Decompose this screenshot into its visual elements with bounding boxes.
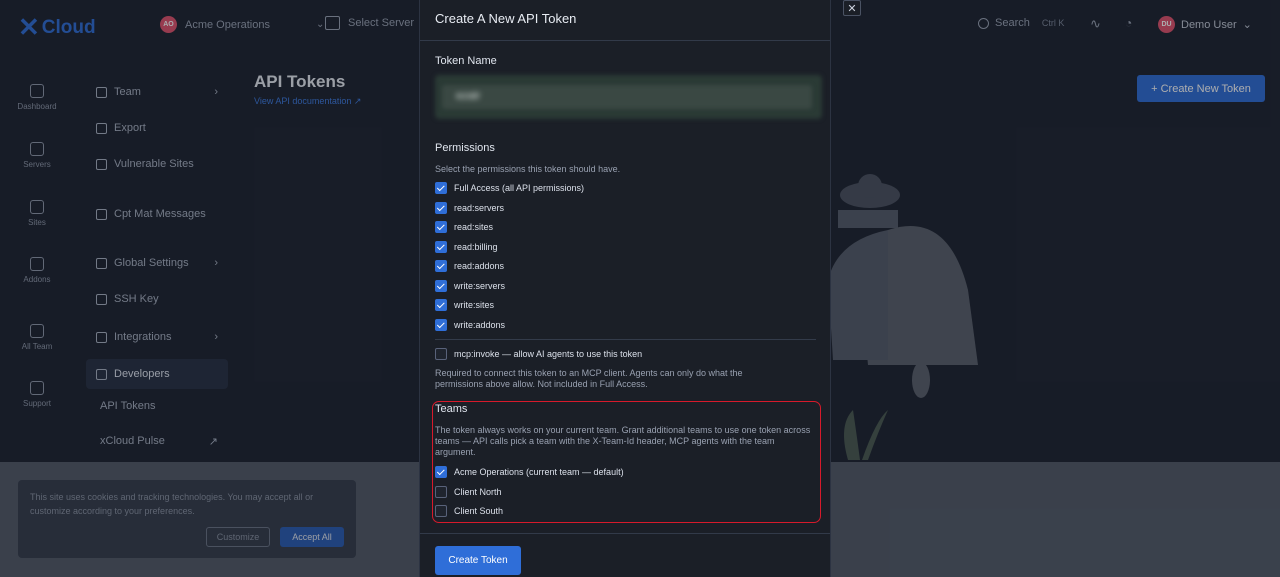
token-name-label: Token Name xyxy=(435,55,497,67)
modal-title: Create A New API Token xyxy=(435,11,577,26)
create-token-modal: Create A New API Token Token Name ezatr … xyxy=(419,0,831,577)
mcp-hint: Required to connect this token to an MCP… xyxy=(435,368,743,389)
modal-footer-divider xyxy=(420,533,830,534)
permission-write-sites[interactable]: write:sites xyxy=(435,298,494,312)
permission-write-servers[interactable]: write:servers xyxy=(435,279,505,293)
token-name-value: ezatr xyxy=(456,90,481,102)
checkbox-unchecked[interactable] xyxy=(435,486,447,498)
permission-read-addons[interactable]: read:addons xyxy=(435,259,504,273)
checkbox-unchecked[interactable] xyxy=(435,505,447,517)
checkbox-checked[interactable] xyxy=(435,299,447,311)
checkbox-checked[interactable] xyxy=(435,202,447,214)
team-option-client-north[interactable]: Client North xyxy=(435,485,502,499)
permission-mcp-invoke[interactable]: mcp:invoke — allow AI agents to use this… xyxy=(435,347,642,361)
close-icon[interactable]: ✕ xyxy=(843,0,861,16)
token-name-input[interactable] xyxy=(442,85,812,109)
team-option-client-south[interactable]: Client South xyxy=(435,504,503,518)
checkbox-checked[interactable] xyxy=(435,319,447,331)
checkbox-checked[interactable] xyxy=(435,221,447,233)
permission-write-addons[interactable]: write:addons xyxy=(435,318,505,332)
checkbox-checked[interactable] xyxy=(435,241,447,253)
permissions-label: Permissions xyxy=(435,142,495,154)
permissions-hint: Select the permissions this token should… xyxy=(435,164,621,174)
permission-read-sites[interactable]: read:sites xyxy=(435,220,493,234)
permission-read-servers[interactable]: read:servers xyxy=(435,201,504,215)
permission-read-billing[interactable]: read:billing xyxy=(435,240,498,254)
permissions-divider xyxy=(435,339,816,340)
create-token-button[interactable]: Create Token xyxy=(435,546,521,575)
checkbox-checked[interactable] xyxy=(435,466,447,478)
checkbox-unchecked[interactable] xyxy=(435,348,447,360)
teams-label: Teams xyxy=(435,403,468,415)
teams-hint: The token always works on your current t… xyxy=(435,425,811,457)
checkbox-checked[interactable] xyxy=(435,280,447,292)
checkbox-checked[interactable] xyxy=(435,182,447,194)
team-option-acme-operations[interactable]: Acme Operations (current team — default) xyxy=(435,465,624,479)
permission-full-access[interactable]: Full Access (all API permissions) xyxy=(435,181,584,195)
checkbox-checked[interactable] xyxy=(435,260,447,272)
modal-header: Create A New API Token xyxy=(420,0,830,41)
